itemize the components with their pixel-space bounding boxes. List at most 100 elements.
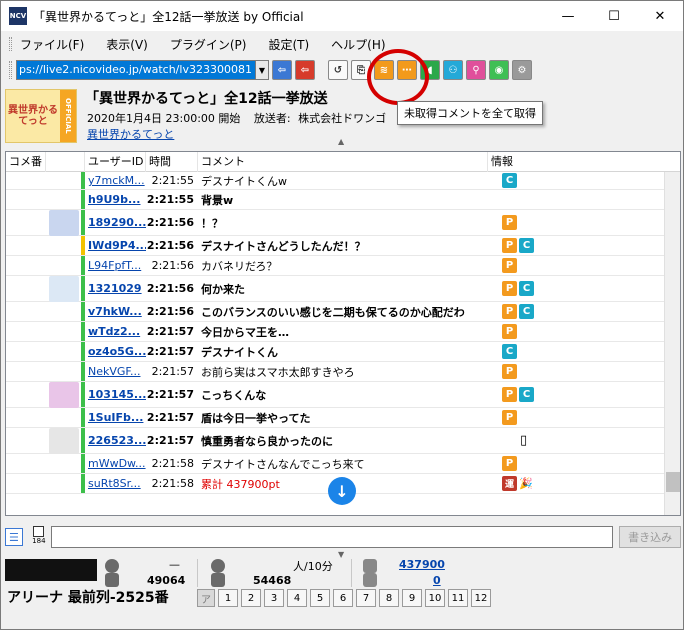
gift-points[interactable]: 0 [433, 574, 441, 587]
table-row[interactable]: oz4o5G... 2:21:57 デスナイトくん C [6, 342, 680, 362]
comment-input[interactable] [50, 526, 614, 548]
menu-help[interactable]: ヘルプ(H) [331, 36, 385, 53]
connect-icon[interactable]: ⇦ [272, 60, 292, 80]
user-id-link[interactable]: oz4o5G... [85, 345, 146, 358]
number-button-2[interactable]: 2 [241, 589, 261, 607]
table-row[interactable]: mWwDw... 2:21:58 デスナイトさんなんでこっち来て P [6, 454, 680, 474]
number-button-7[interactable]: 7 [356, 589, 376, 607]
number-button-5[interactable]: 5 [310, 589, 330, 607]
avatar-cell [46, 474, 81, 493]
comment-cell: 何か来た [201, 282, 245, 296]
seat-label: アリーナ 最前列-2525番 [7, 590, 169, 606]
table-row[interactable]: v7hkW... 2:21:56 このバランスのいい感じを二期も保てるのか心配だわ P… [6, 302, 680, 322]
collapse-up-icon[interactable]: ▲ [338, 137, 344, 146]
users-icon[interactable]: ⚇ [443, 60, 463, 80]
table-row[interactable]: h9U9b... 2:21:55 背景w [6, 190, 680, 210]
table-row[interactable]: IWd9P4... 2:21:56 デスナイトさんどうしたんだ！？ P C [6, 236, 680, 256]
disconnect-icon[interactable]: ⇦ [295, 60, 315, 80]
status-panel: — 49064 54468 人/10分 437900 0 アリーナ 最前列-25… [1, 557, 683, 629]
number-button-3[interactable]: 3 [264, 589, 284, 607]
comment-grid: コメ番 ユーザーID 時間 コメント 情報 y7mckM... 2:21:55 デス… [5, 151, 681, 516]
number-button-11[interactable]: 11 [448, 589, 468, 607]
on-air-icon[interactable]: ◉ [489, 60, 509, 80]
ad-points[interactable]: 437900 [399, 558, 445, 571]
menu-settings[interactable]: 設定(T) [268, 36, 309, 53]
comment-cell: このバランスのいい感じを二期も保てるのか心配だわ [201, 305, 465, 319]
community-link[interactable]: 異世界かるてっと [87, 126, 174, 142]
number-button-1[interactable]: 1 [218, 589, 238, 607]
user-id-link[interactable]: 189290... [85, 216, 146, 229]
user-id-link[interactable]: wTdz2... [85, 325, 146, 338]
gear-icon[interactable]: ⚙ [512, 60, 532, 80]
number-button-10[interactable]: 10 [425, 589, 445, 607]
table-row[interactable]: L94FpfT... 2:21:56 カバネリだろ？ P [6, 256, 680, 276]
premium-icon: P [502, 304, 517, 319]
user-id-link[interactable]: suRt8Sr... [85, 477, 146, 490]
table-row[interactable]: 1321029 2:21:56 何か来た P C [6, 275, 680, 302]
user-id-link[interactable]: y7mckM... [85, 174, 146, 187]
user-id-link[interactable]: L94FpfT... [85, 259, 146, 272]
avatar-cell [46, 342, 81, 361]
table-row[interactable]: 189290... 2:21:56 ！？ P [6, 209, 680, 236]
minimize-button[interactable]: — [545, 1, 591, 31]
col-comment[interactable]: コメント [198, 152, 488, 172]
user-id-link[interactable]: 226523... [85, 434, 146, 447]
col-avatar[interactable] [46, 152, 85, 172]
number-button-12[interactable]: 12 [471, 589, 491, 607]
url-dropdown-icon[interactable]: ▼ [256, 60, 269, 80]
number-button-4[interactable]: 4 [287, 589, 307, 607]
comment-input-bar: ☰ 184 書き込み [5, 524, 681, 550]
community-icon: C [519, 238, 534, 253]
menu-view[interactable]: 表示(V) [106, 36, 148, 53]
user-id-link[interactable]: 1321029 [85, 282, 146, 295]
speech-icon[interactable]: ◖ [420, 60, 440, 80]
anonymous-checkbox[interactable]: 184 [29, 526, 49, 548]
user-id-link[interactable]: mWwDw... [85, 457, 146, 470]
menu-plugin[interactable]: プラグイン(P) [170, 36, 247, 53]
menu-file[interactable]: ファイル(F) [20, 36, 84, 53]
avatar[interactable] [48, 275, 79, 302]
user-id-link[interactable]: NekVGF... [85, 365, 146, 378]
info-cell: PC [488, 304, 666, 319]
table-row[interactable]: 1SuIFb... 2:21:57 盾は今日一挙やってた P [6, 408, 680, 428]
col-comment-no[interactable]: コメ番 [6, 152, 46, 172]
scroll-to-bottom-icon[interactable]: ↓ [328, 477, 356, 505]
export-icon[interactable]: ⎘ [351, 60, 371, 80]
info-cell: PC [488, 387, 666, 402]
col-user-id[interactable]: ユーザーID [85, 152, 146, 172]
fetch-comments-icon[interactable]: ≋ [374, 60, 394, 80]
user-id-link[interactable]: IWd9P4... [85, 239, 146, 252]
user-id-link[interactable]: 103145... [85, 388, 146, 401]
avatar[interactable] [48, 381, 79, 408]
avatar[interactable] [48, 209, 79, 236]
refresh-icon[interactable]: ↺ [328, 60, 348, 80]
maximize-button[interactable]: ☐ [591, 1, 637, 31]
scrollbar-thumb[interactable] [666, 472, 680, 492]
col-time[interactable]: 時間 [146, 152, 198, 172]
user-id-link[interactable]: v7hkW... [85, 305, 146, 318]
table-row[interactable]: 103145... 2:21:57 こっちくんな P C [6, 381, 680, 408]
info-cell: P [488, 456, 666, 471]
font-size-button[interactable]: ア [197, 589, 215, 607]
col-info[interactable]: 情報 [488, 152, 666, 172]
number-button-9[interactable]: 9 [402, 589, 422, 607]
avatar-cell [46, 236, 81, 255]
user-id-link[interactable]: 1SuIFb... [85, 411, 146, 424]
avatar[interactable] [48, 427, 79, 454]
checkbox-box[interactable] [33, 526, 45, 537]
fetch-all-comments-icon[interactable]: ⋯ [397, 60, 417, 80]
hamburger-menu-icon[interactable]: ☰ [5, 528, 23, 546]
close-button[interactable]: ✕ [637, 1, 683, 31]
url-input[interactable]: ps://live2.nicovideo.jp/watch/lv32330008… [16, 60, 256, 80]
table-row[interactable]: wTdz2... 2:21:57 今日からマ王を… P [6, 322, 680, 342]
number-button-6[interactable]: 6 [333, 589, 353, 607]
number-button-8[interactable]: 8 [379, 589, 399, 607]
user-id-link[interactable]: h9U9b... [85, 193, 146, 206]
anonymous-label: 184 [32, 537, 46, 545]
table-row[interactable]: y7mckM... 2:21:55 デスナイトくんw C [6, 172, 680, 190]
table-row[interactable]: NekVGF... 2:21:57 お前ら実はスマホ太郎すきやろ P [6, 362, 680, 382]
search-icon[interactable]: ⚲ [466, 60, 486, 80]
send-button[interactable]: 書き込み [619, 526, 681, 548]
vertical-scrollbar[interactable] [664, 172, 680, 515]
table-row[interactable]: 226523... 2:21:57 慎重勇者なら良かったのに ▯ [6, 427, 680, 454]
